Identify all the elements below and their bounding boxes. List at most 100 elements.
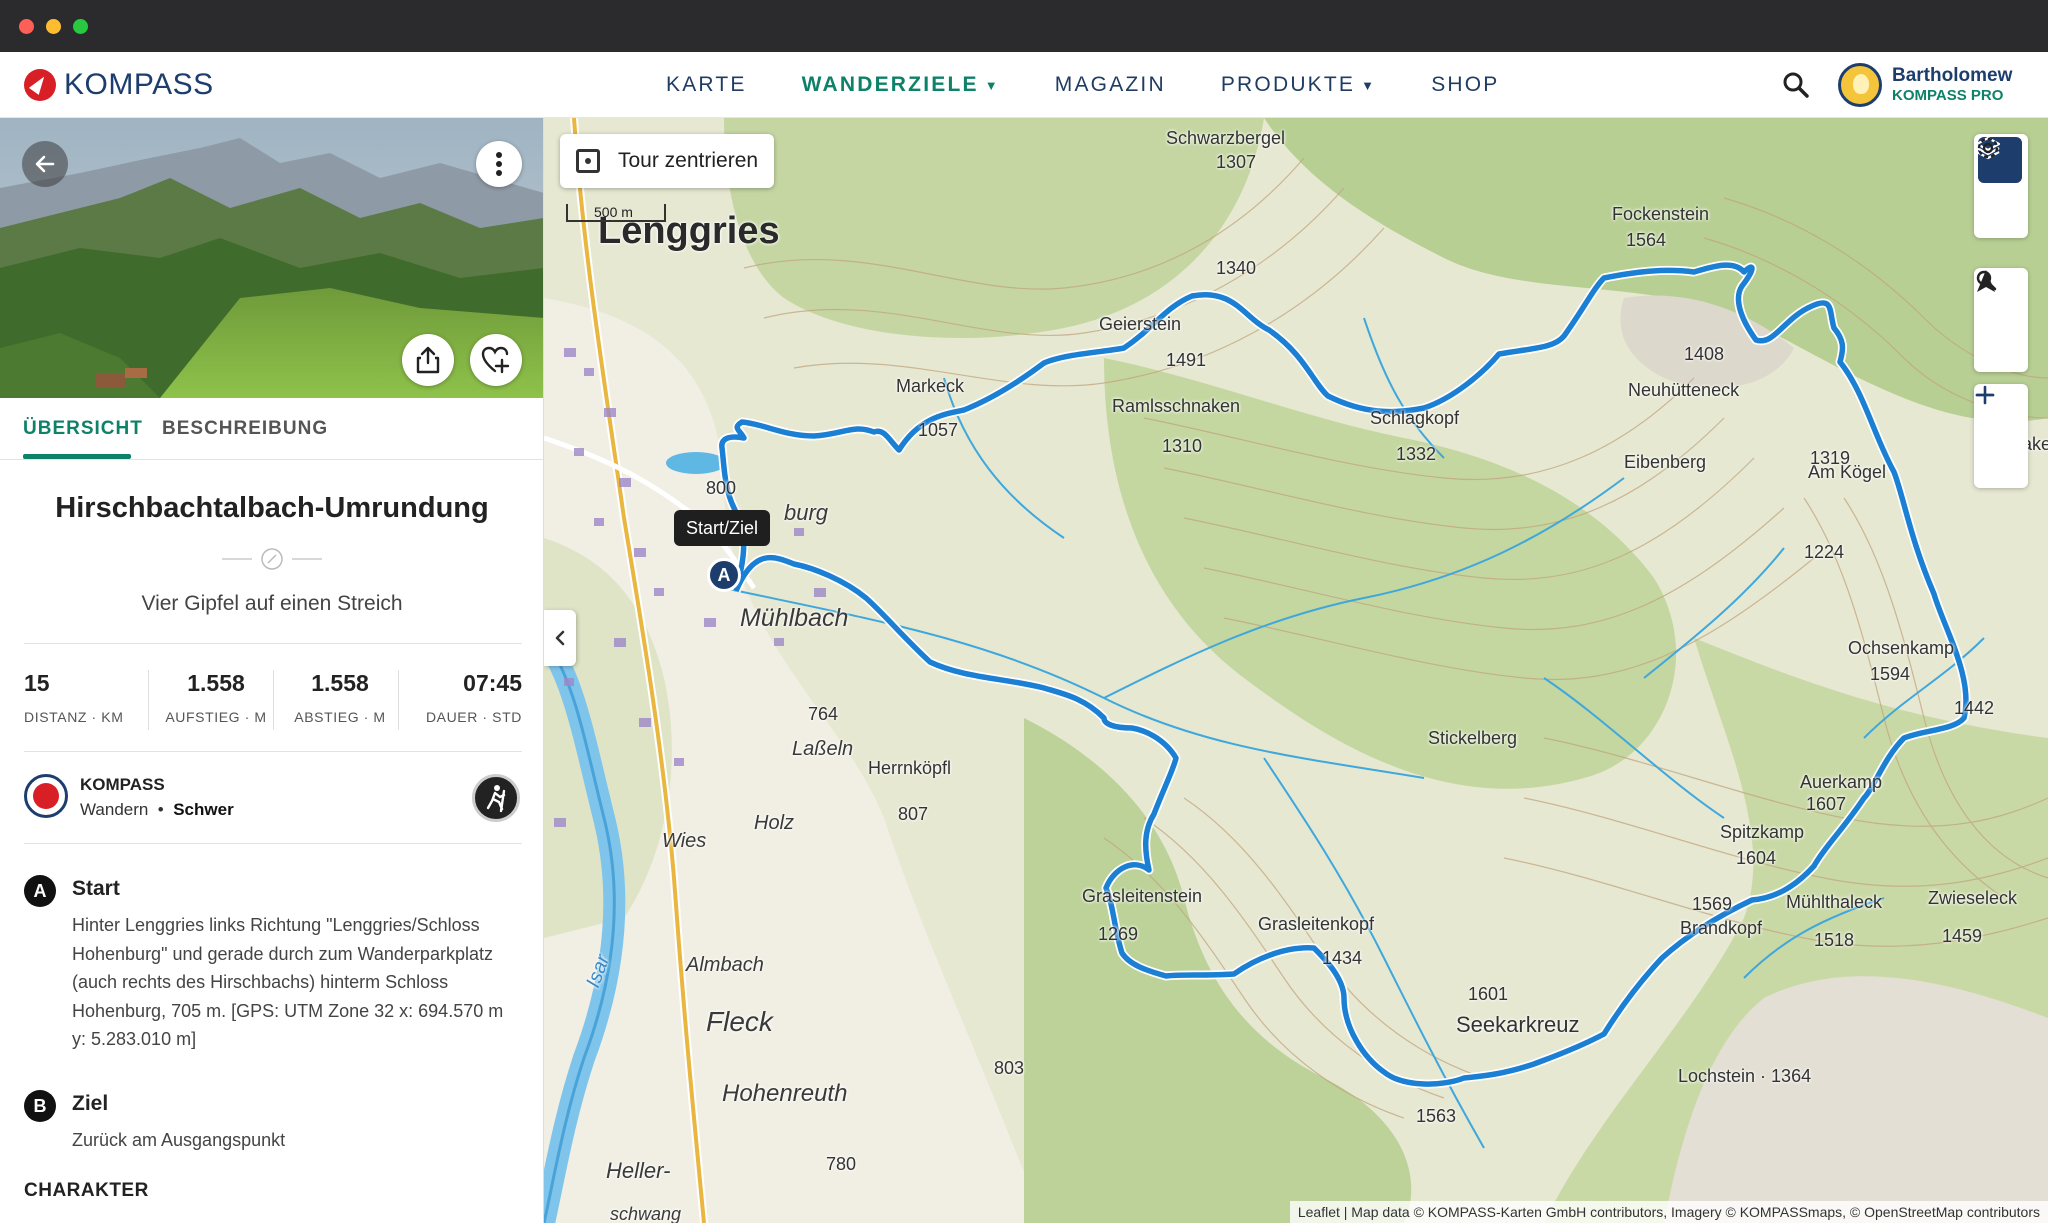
elevation-label: 1408 bbox=[1684, 344, 1725, 364]
nav-wanderziele[interactable]: WANDERZIELE ▼ bbox=[802, 73, 1000, 97]
close-window-button[interactable] bbox=[19, 19, 34, 34]
peak-label: Neuhütteneck bbox=[1628, 380, 1740, 400]
nav-label: KARTE bbox=[666, 73, 747, 96]
zoom-out-button[interactable] bbox=[1974, 393, 2026, 488]
place-label: Heller- bbox=[606, 1158, 671, 1183]
arrow-left-icon bbox=[35, 155, 55, 173]
user-name: Bartholomew bbox=[1892, 65, 2013, 86]
window-titlebar bbox=[0, 0, 2048, 52]
elevation-label: 780 bbox=[826, 1154, 857, 1174]
nav-shop[interactable]: SHOP bbox=[1431, 73, 1499, 97]
share-button[interactable] bbox=[402, 334, 454, 386]
kompass-logo[interactable]: KOMPASS bbox=[24, 68, 214, 102]
stat-label: DAUER · STD bbox=[425, 709, 522, 725]
user-plan: KOMPASS PRO bbox=[1892, 87, 2004, 104]
divider bbox=[398, 670, 399, 730]
elevation-label: 1459 bbox=[1942, 926, 1983, 946]
place-label: Mühlbach bbox=[740, 604, 849, 632]
waypoint-description: Hinter Lenggries links Richtung "Lenggri… bbox=[72, 915, 504, 1049]
elevation-label: 1491 bbox=[1166, 350, 1207, 370]
user-menu[interactable]: Bartholomew KOMPASS PRO bbox=[1838, 60, 2012, 110]
elevation-label: 1569 bbox=[1692, 894, 1733, 914]
peak-label: Ochsenkamp bbox=[1848, 638, 1955, 658]
elevation-label: 1604 bbox=[1736, 848, 1777, 868]
map-canvas bbox=[544, 118, 2048, 1223]
place-label: Holz bbox=[754, 812, 795, 834]
difficulty: Schwer bbox=[173, 800, 234, 819]
author-name: KOMPASS bbox=[80, 775, 165, 794]
place-label: burg bbox=[784, 500, 829, 525]
elevation-label: 1518 bbox=[1814, 930, 1855, 950]
center-focus-icon bbox=[576, 149, 600, 173]
elevation-label: 1310 bbox=[1162, 436, 1203, 456]
hiker-icon bbox=[486, 785, 506, 813]
divider bbox=[24, 843, 522, 844]
avatar bbox=[1838, 63, 1882, 107]
elevation-label: 807 bbox=[898, 804, 929, 824]
stat-label: ABSTIEG · M bbox=[294, 709, 386, 725]
locate-button[interactable] bbox=[1974, 270, 2026, 372]
start-tooltip: Start/Ziel bbox=[674, 510, 771, 546]
stat-label: DISTANZ · KM bbox=[24, 709, 124, 725]
peak-label: Herrnköpfl bbox=[868, 758, 952, 778]
tour-tabs: ÜBERSICHT BESCHREIBUNG bbox=[0, 398, 543, 460]
nav-produkte[interactable]: PRODUKTE ▼ bbox=[1221, 73, 1376, 97]
elevation-label: 1607 bbox=[1806, 794, 1847, 814]
map-view[interactable]: Lenggries Schwarzbergel 1307 1340 Geiers… bbox=[544, 118, 2048, 1223]
center-tour-label: Tour zentrieren bbox=[618, 149, 759, 172]
peak-label: Stickelberg bbox=[1428, 728, 1518, 748]
divider bbox=[148, 670, 149, 730]
place-label: Wies bbox=[662, 830, 707, 852]
stat-duration: 07:45 DAUER · STD bbox=[408, 670, 522, 730]
elevation-label: 803 bbox=[994, 1058, 1025, 1078]
peak-label: Schwarzbergel bbox=[1166, 128, 1286, 148]
place-label: schwang bbox=[610, 1204, 682, 1223]
peak-label: Geierstein bbox=[1099, 314, 1182, 334]
elevation-label: 1594 bbox=[1870, 664, 1911, 684]
maximize-window-button[interactable] bbox=[73, 19, 88, 34]
peak-label: Brandkopf bbox=[1680, 918, 1763, 938]
waypoint-description: Zurück am Ausgangspunkt bbox=[72, 1130, 286, 1150]
site-header: KOMPASS KARTE WANDERZIELE ▼ MAGAZIN PRODU… bbox=[0, 52, 2048, 118]
hiking-activity-button[interactable] bbox=[472, 774, 520, 822]
active-tab-indicator bbox=[23, 454, 131, 459]
waypoint-title: Ziel bbox=[72, 1092, 109, 1115]
add-favorite-button[interactable] bbox=[470, 334, 522, 386]
nav-label: WANDERZIELE bbox=[801, 73, 979, 96]
section-heading: CHARAKTER bbox=[24, 1180, 149, 1201]
settings-button[interactable] bbox=[1974, 137, 2026, 238]
collapse-panel-button[interactable] bbox=[544, 610, 576, 666]
nav-label: SHOP bbox=[1431, 73, 1500, 96]
back-button[interactable] bbox=[22, 141, 68, 187]
stat-label: AUFSTIEG · M bbox=[165, 709, 267, 725]
map-attribution: Leaflet | Map data © KOMPASS-Karten GmbH… bbox=[1289, 1201, 2048, 1223]
tour-title: Hirschbachtalbach-Umrundung bbox=[55, 492, 489, 524]
elevation-label: 1332 bbox=[1396, 444, 1437, 464]
place-label: Hohenreuth bbox=[722, 1080, 848, 1107]
start-marker[interactable]: A bbox=[707, 558, 741, 592]
tour-subtitle: Vier Gipfel auf einen Streich bbox=[141, 592, 403, 615]
nav-label: MAGAZIN bbox=[1054, 73, 1166, 96]
peak-label: Auerkamp bbox=[1800, 772, 1883, 792]
peak-label: Markeck bbox=[896, 376, 965, 396]
tab-beschreibung[interactable]: BESCHREIBUNG bbox=[162, 418, 328, 440]
search-icon[interactable] bbox=[1780, 69, 1812, 101]
stat-value: 07:45 bbox=[463, 670, 522, 696]
center-tour-button[interactable]: Tour zentrieren bbox=[560, 134, 775, 188]
logo-text: KOMPASS bbox=[64, 68, 214, 101]
navigation-arrow-icon bbox=[1977, 270, 1995, 292]
tab-uebersicht[interactable]: ÜBERSICHT bbox=[23, 418, 143, 440]
chevron-left-icon bbox=[555, 630, 565, 646]
peak-label: Lochstein · 1364 bbox=[1678, 1066, 1812, 1086]
stat-value: 15 bbox=[24, 670, 50, 696]
peak-label: Zwieseleck bbox=[1928, 888, 2018, 908]
stat-descent: 1.558 ABSTIEG · M bbox=[285, 670, 395, 730]
minimize-window-button[interactable] bbox=[46, 19, 61, 34]
nav-karte[interactable]: KARTE bbox=[666, 73, 747, 97]
peak-label: Mühlthaleck bbox=[1786, 892, 1883, 912]
nav-magazin[interactable]: MAGAZIN bbox=[1055, 73, 1166, 97]
place-label: Laßeln bbox=[792, 738, 854, 760]
elevation-label: 1442 bbox=[1954, 698, 1995, 718]
more-options-button[interactable] bbox=[476, 141, 522, 187]
peak-label: Spitzkamp bbox=[1720, 822, 1805, 842]
